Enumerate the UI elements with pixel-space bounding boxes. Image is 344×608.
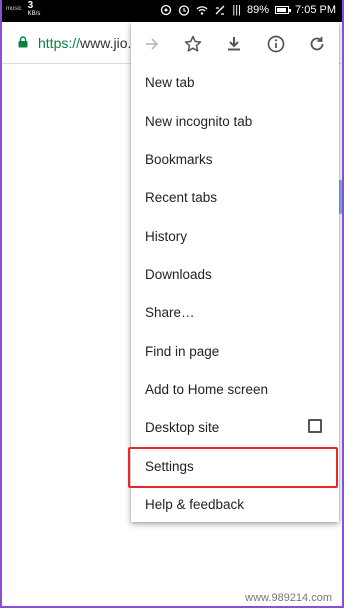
menu-item-new-tab[interactable]: New tab [131, 63, 339, 101]
menu-item-recent-tabs[interactable]: Recent tabs [131, 178, 339, 216]
refresh-icon[interactable] [307, 34, 327, 54]
info-icon[interactable] [266, 34, 286, 54]
desktop-site-checkbox[interactable] [308, 419, 322, 433]
battery-percent: 89% [247, 4, 270, 16]
menu-item-add-to-home-screen[interactable]: Add to Home screen [131, 370, 339, 408]
settings-highlight-box [128, 447, 338, 488]
alarm-icon [179, 5, 190, 16]
status-bar: music 3 KB/s ||| 89% 7:05 PM [0, 0, 344, 22]
menu-item-history[interactable]: History [131, 217, 339, 255]
menu-item-find-in-page[interactable]: Find in page [131, 332, 339, 370]
overflow-menu: New tab New incognito tab Bookmarks Rece… [128, 22, 339, 523]
lock-icon [18, 36, 28, 48]
sync-icon [161, 4, 172, 16]
clock: 7:05 PM [295, 4, 336, 16]
signal-bars: ||| [232, 4, 241, 16]
wifi-icon [196, 6, 208, 15]
menu-item-share[interactable]: Share… [131, 293, 339, 331]
forward-arrow-icon[interactable] [142, 34, 162, 54]
url-text[interactable]: https://www.jio.c [38, 35, 138, 51]
status-left: music 3 KB/s [6, 0, 41, 18]
url-scheme: https:// [38, 35, 81, 51]
star-icon[interactable] [183, 34, 203, 54]
watermark: www.989214.com [245, 592, 332, 604]
menu-toolbar [131, 22, 339, 66]
network-speed-unit: KB/s [27, 11, 41, 17]
network-speed: 3 KB/s [27, 0, 41, 18]
menu-item-downloads[interactable]: Downloads [131, 255, 339, 293]
menu-item-help-feedback[interactable]: Help & feedback [131, 485, 339, 523]
status-right: ||| 89% 7:05 PM [160, 4, 336, 16]
menu-item-bookmarks[interactable]: Bookmarks [131, 140, 339, 178]
url-host: www.jio.c [80, 35, 139, 51]
menu-item-new-incognito-tab[interactable]: New incognito tab [131, 102, 339, 140]
music-indicator: music [6, 6, 22, 12]
network-speed-value: 3 [27, 0, 34, 11]
battery-icon [275, 6, 292, 14]
wifi-calling-icon [215, 5, 225, 15]
download-icon[interactable] [224, 34, 244, 54]
